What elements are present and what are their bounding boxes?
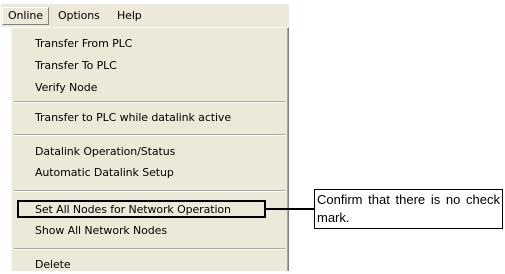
menu-online[interactable]: Online xyxy=(2,7,49,25)
menu-item-transfer-from-plc[interactable]: Transfer From PLC xyxy=(35,35,132,53)
menu-item-verify-node[interactable]: Verify Node xyxy=(35,79,97,97)
menu-item-transfer-to-plc[interactable]: Transfer To PLC xyxy=(35,57,117,75)
menu-help[interactable]: Help xyxy=(112,7,147,25)
menu-options[interactable]: Options xyxy=(53,7,105,25)
menu-item-datalink-operation-status[interactable]: Datalink Operation/Status xyxy=(35,143,175,161)
menu-item-automatic-datalink-setup[interactable]: Automatic Datalink Setup xyxy=(35,164,174,182)
menu-item-transfer-while-datalink-active[interactable]: Transfer to PLC while datalink active xyxy=(35,109,231,127)
online-dropdown-menu: Transfer From PLC Transfer To PLC Verify… xyxy=(10,27,289,271)
highlight-box xyxy=(17,200,266,218)
menu-item-show-all-network-nodes[interactable]: Show All Network Nodes xyxy=(35,222,167,240)
callout-box: Confirm that there is no check mark. xyxy=(314,189,503,229)
callout-connector-line xyxy=(266,208,315,210)
menu-separator xyxy=(14,248,285,250)
menu-separator xyxy=(14,134,285,136)
menu-separator xyxy=(14,101,285,103)
menu-item-delete[interactable]: Delete xyxy=(35,256,71,274)
menu-separator xyxy=(14,190,285,192)
menu-bar: Online Options Help xyxy=(1,4,289,27)
